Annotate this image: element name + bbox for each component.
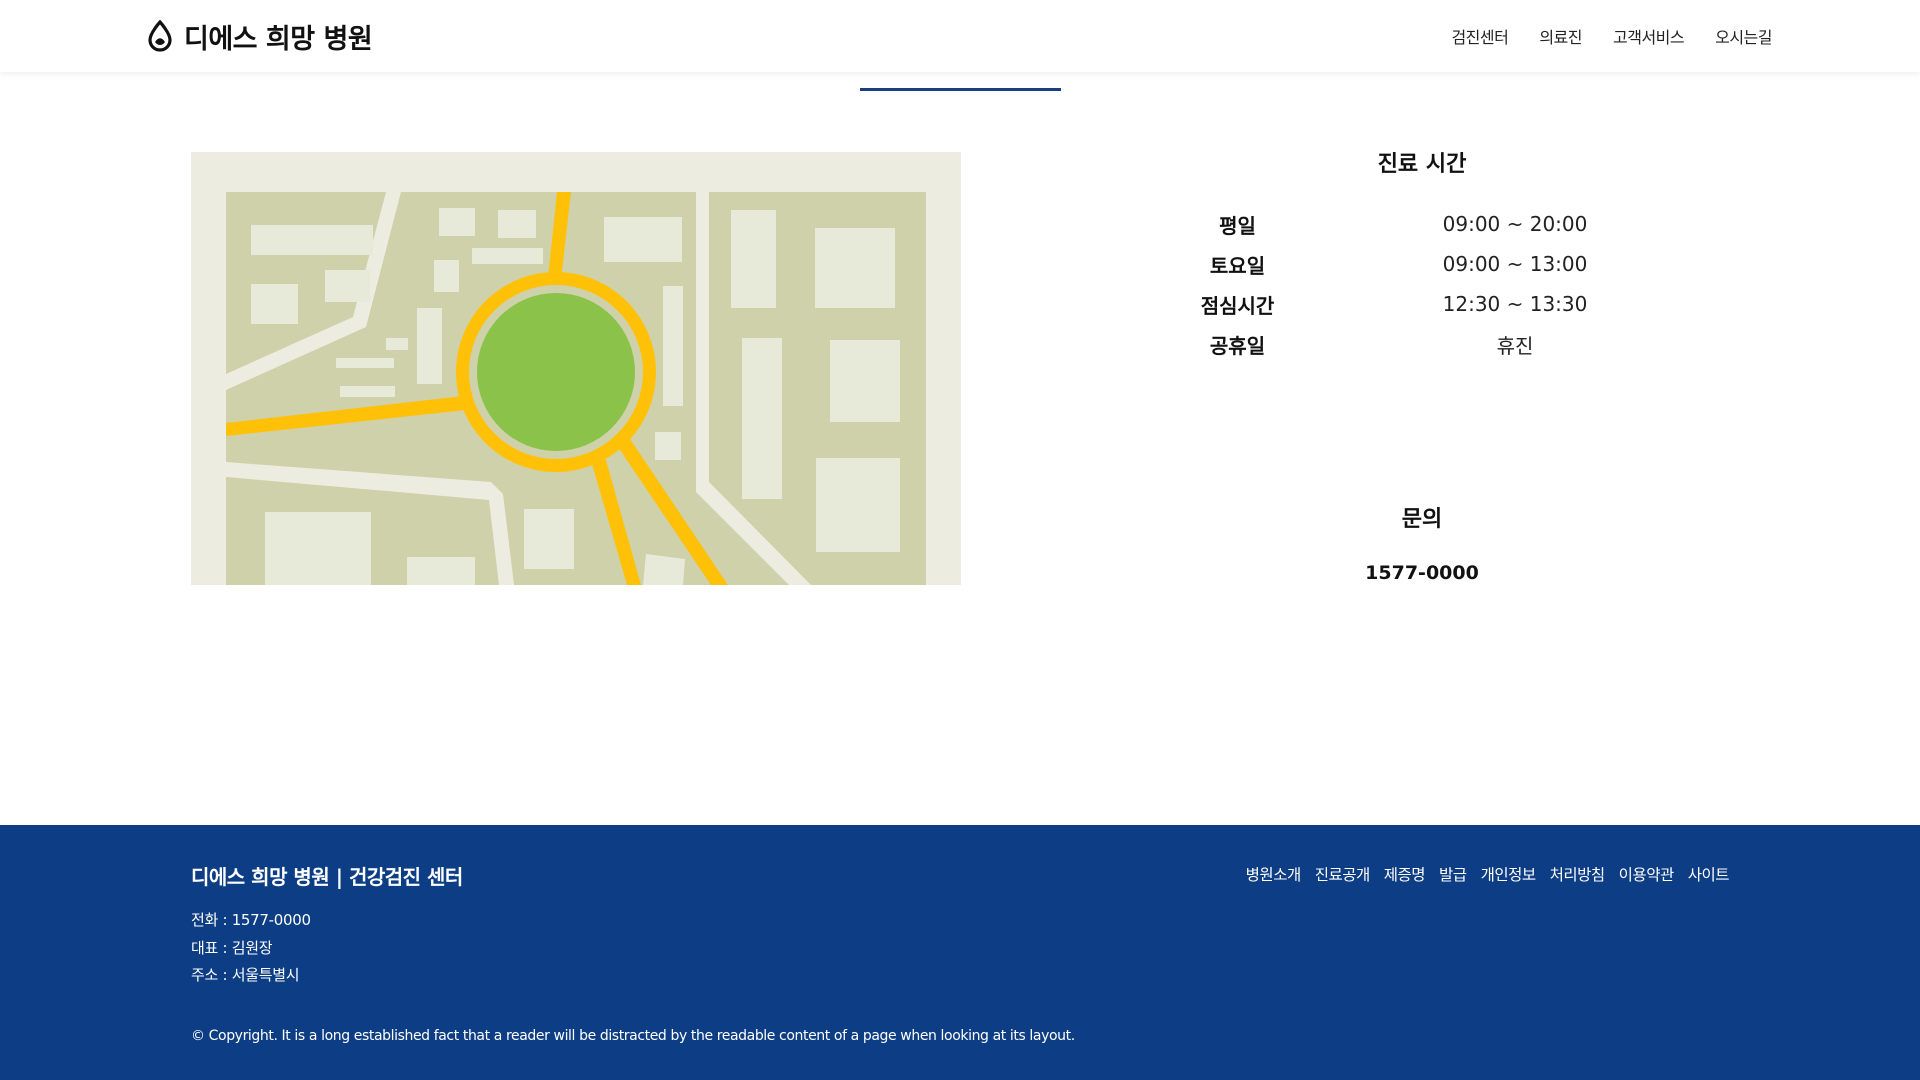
location-map-illustration: [191, 152, 961, 585]
footer-link-policy[interactable]: 처리방침: [1550, 863, 1606, 885]
footer-link-privacy[interactable]: 개인정보: [1481, 863, 1537, 885]
hours-row: 점심시간 12:30 ~ 13:30: [1130, 284, 1690, 324]
hours-row: 공휴일 휴진: [1130, 324, 1690, 364]
brand-name: 디에스 희망 병원: [184, 23, 373, 55]
footer-info: 전화 : 1577-0000 대표 : 김원장 주소 : 서울특별시: [191, 907, 311, 990]
brand-logo[interactable]: 디에스 희망 병원: [146, 18, 373, 55]
footer-link-terms[interactable]: 이용약관: [1619, 863, 1675, 885]
hours-time: 09:00 ~ 20:00: [1442, 212, 1588, 236]
footer-copyright: © Copyright. It is a long established fa…: [191, 1028, 1075, 1044]
footer-title: 디에스 희망 병원 | 건강검진 센터: [191, 865, 463, 889]
nav-item-directions[interactable]: 오시는길: [1715, 24, 1772, 48]
nav-item-checkup-center[interactable]: 검진센터: [1451, 24, 1508, 48]
contact-phone[interactable]: 1577-0000: [1322, 562, 1522, 584]
footer-link-site[interactable]: 사이트: [1688, 863, 1730, 885]
site-footer: 디에스 희망 병원 | 건강검진 센터 전화 : 1577-0000 대표 : …: [0, 825, 1920, 1080]
hours-day: 평일: [1219, 213, 1256, 238]
main-nav: 검진센터 의료진 고객서비스 오시는길: [1451, 24, 1772, 48]
footer-representative: 대표 : 김원장: [191, 938, 273, 957]
hours-time: 휴진: [1496, 333, 1534, 358]
footer-links: 병원소개 진료공개 제증명 발급 개인정보 처리방침 이용약관 사이트: [1246, 863, 1730, 885]
hours-title: 진료 시간: [1377, 152, 1467, 177]
site-header: 디에스 희망 병원 검진센터 의료진 고객서비스 오시는길: [0, 0, 1920, 72]
footer-address: 주소 : 서울특별시: [191, 966, 300, 984]
hours-row: 평일 09:00 ~ 20:00: [1130, 204, 1690, 244]
hours-time: 09:00 ~ 13:00: [1442, 252, 1588, 276]
contact-title: 문의: [1401, 507, 1443, 532]
drop-logo-icon: [148, 20, 172, 52]
footer-link-certificates[interactable]: 제증명: [1384, 863, 1426, 885]
hours-day: 공휴일: [1209, 333, 1266, 358]
location-map[interactable]: [191, 152, 961, 585]
hours-table: 평일 09:00 ~ 20:00 토요일 09:00 ~ 13:00 점심시간 …: [1130, 204, 1690, 364]
footer-link-about[interactable]: 병원소개: [1246, 863, 1302, 885]
hours-row: 토요일 09:00 ~ 13:00: [1130, 244, 1690, 284]
footer-link-issuance[interactable]: 발급: [1439, 863, 1467, 885]
nav-item-customer-service[interactable]: 고객서비스: [1613, 24, 1685, 48]
active-section-indicator: [860, 88, 1061, 91]
hours-time: 12:30 ~ 13:30: [1442, 292, 1588, 316]
footer-phone: 전화 : 1577-0000: [191, 911, 311, 929]
hours-day: 점심시간: [1200, 293, 1275, 318]
hours-day: 토요일: [1209, 253, 1266, 278]
nav-item-doctors[interactable]: 의료진: [1539, 24, 1582, 48]
footer-link-disclosure[interactable]: 진료공개: [1315, 863, 1371, 885]
